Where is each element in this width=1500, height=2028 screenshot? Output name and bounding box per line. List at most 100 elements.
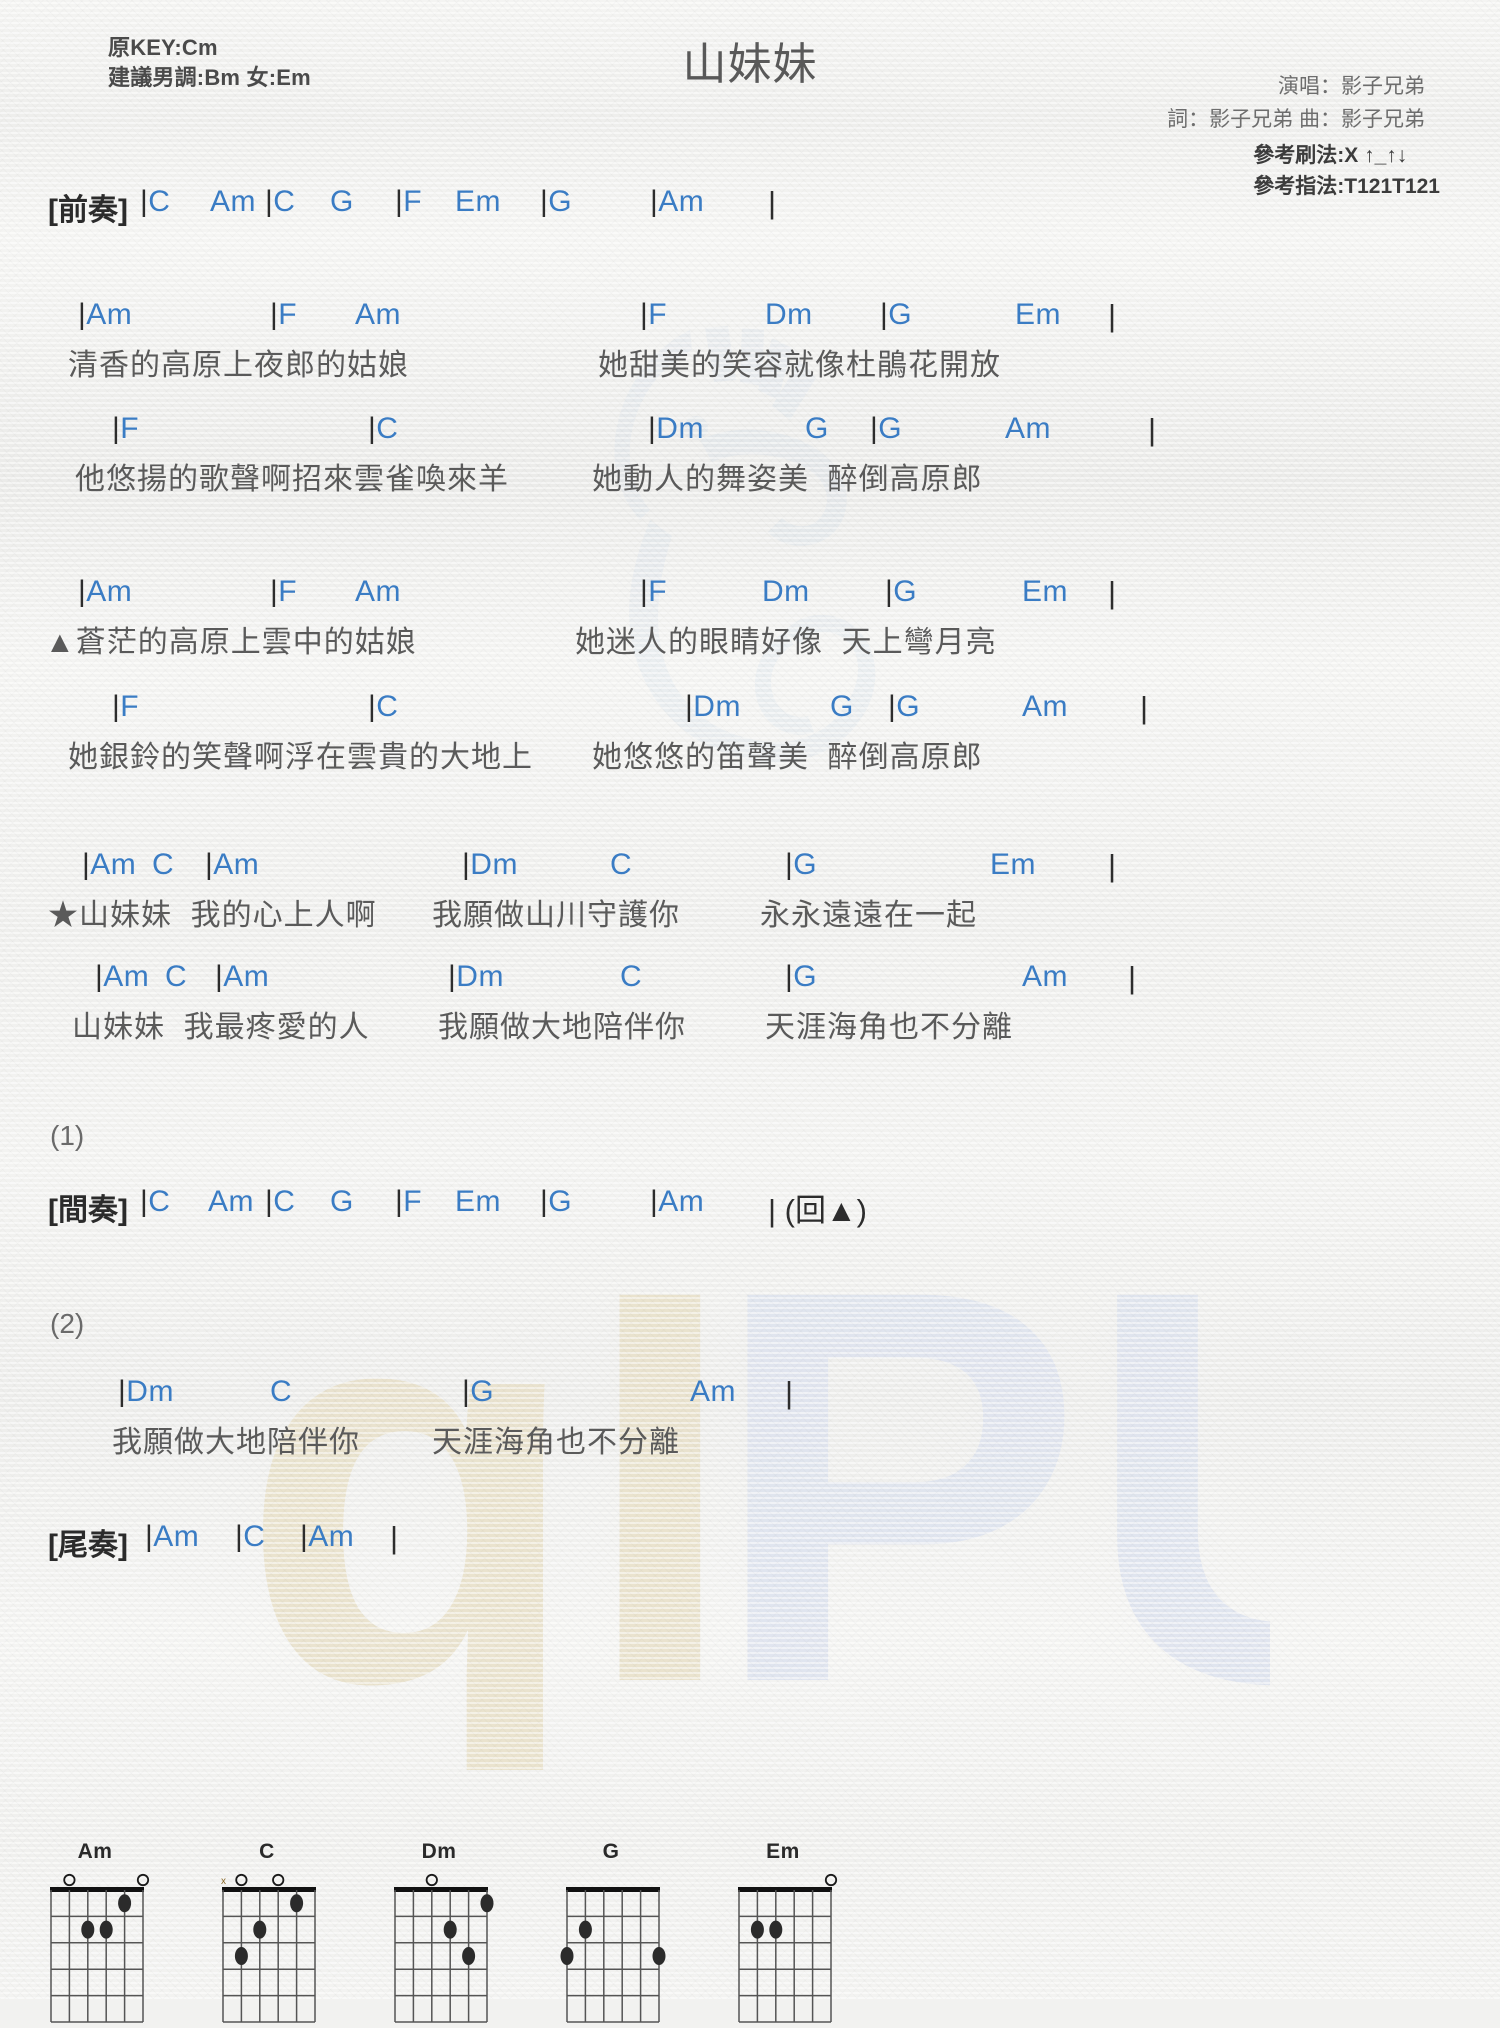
lyric-text: 永永遠遠在一起 [760,899,977,932]
chord-symbol: |C [368,690,399,723]
chord-line: |Am |F Am |F Dm |G Em | [0,575,1500,617]
bar-line: | [1128,960,1137,995]
bar-line: | [1148,412,1157,447]
bar-line: | [1140,690,1149,725]
chord-diagram-grid [50,1873,150,2023]
system-outro: [尾奏] |Am |C |Am | [0,1520,1500,1562]
bar-line: | [1108,848,1117,883]
chord-symbol: |G [888,690,921,723]
chord-symbol: |G [540,1185,573,1218]
chord-symbol: |Am [145,1520,200,1553]
chord-symbol: |Am [215,960,270,993]
chord-symbol: C [610,848,633,881]
chord-symbol: |F [640,298,668,331]
chord-symbol: G [830,690,854,723]
bar-line: | [1108,298,1117,333]
lyric-text: ★山妹妹 我的心上人啊 [48,899,377,932]
chord-diagram-name: Dm [421,1840,457,1863]
chord-symbol: Em [1022,575,1068,608]
chord-symbol: |C [368,412,399,445]
lyric-text: 她銀鈴的笑聲啊浮在雲貴的大地上 [68,741,533,774]
chord-symbol: |G [870,412,903,445]
chord-symbol: |Dm [462,848,518,881]
system-verse1-line2: |F |C |Dm G |G Am | 他悠揚的歌聲啊招來雲雀喚來羊 她動人的舞姿美 醉倒高原郎 [0,412,1500,496]
singer-credit: 演唱：影子兄弟 [1278,75,1425,98]
chord-symbol: |Am [650,1185,705,1218]
chord-symbol: |F [395,1185,423,1218]
chord-symbol: |Dm [448,960,504,993]
lyric-text: 她甜美的笑容就像杜鵑花開放 [598,349,1001,382]
chord-symbol: C [152,848,175,881]
chord-diagram-Em: Em [728,1840,838,2028]
chord-symbol: Am [690,1375,736,1408]
lyric-line: 她銀鈴的笑聲啊浮在雲貴的大地上 她悠悠的笛聲美 醉倒高原郎 [0,732,1500,774]
chord-symbol: |Dm [648,412,704,445]
chord-symbol: Em [455,185,501,218]
chord-symbol: |Dm [685,690,741,723]
lyric-line: 清香的高原上夜郎的姑娘 她甜美的笑容就像杜鵑花開放 [0,340,1500,382]
section-label-outro: [尾奏] [48,1529,128,1562]
lyric-text: 她迷人的眼睛好像 天上彎月亮 [575,626,997,659]
chord-symbol: Em [1015,298,1061,331]
chord-diagram-grid [560,1887,666,2023]
chord-symbol: Dm [762,575,810,608]
chord-line: |Am C |Am |Dm C |G Em | [0,848,1500,890]
chord-symbol: |F [270,575,298,608]
lyric-line: ★山妹妹 我的心上人啊 我願做山川守護你 永永遠遠在一起 [0,890,1500,932]
chord-diagram-G: G [556,1840,666,2028]
chord-symbol: |Am [300,1520,355,1553]
chord-line: |F |C |Dm G |G Am | [0,690,1500,732]
system-verse1-line1: |Am |F Am |F Dm |G Em | 清香的高原上夜郎的姑娘 她甜美的笑容就像杜鵑花開放 [0,298,1500,382]
chord-symbol: Em [455,1185,501,1218]
section-label-interlude: [間奏] [48,1194,128,1227]
chord-symbol: |C [140,1185,171,1218]
system-chorus-line1: |Am C |Am |Dm C |G Em | ★山妹妹 我的心上人啊 我願做山川守護你 永永遠遠在… [0,848,1500,932]
chord-line: |F |C |Dm G |G Am | [0,412,1500,454]
section-label-intro: [前奏] [48,194,128,227]
chord-symbol: Am [1005,412,1051,445]
lyric-text: 我願做大地陪伴你 [112,1426,360,1459]
chord-symbol: |G [885,575,918,608]
system-intro: [前奏] |C Am |C G |F Em |G |Am | [0,185,1500,227]
chord-diagram-name: Em [766,1840,800,1863]
lyric-text: 他悠揚的歌聲啊招來雲雀喚來羊 [75,463,509,496]
lyric-line: ▲蒼茫的高原上雲中的姑娘 她迷人的眼睛好像 天上彎月亮 [0,617,1500,659]
lyric-text: ▲蒼茫的高原上雲中的姑娘 [45,626,417,659]
chord-diagram-Dm: Dm [384,1840,494,2028]
chord-symbol: Dm [765,298,813,331]
chord-symbol: Em [990,848,1036,881]
repeat-label-2-text: (2) [50,1308,85,1339]
chord-symbol: |C [265,1185,296,1218]
bar-line: | (回▲) [768,1193,867,1228]
chord-symbol: G [330,1185,354,1218]
chord-diagram-row: Am Cx Dm G Em [40,1840,838,2028]
chord-line: |Dm C |G Am | [0,1375,1500,1417]
chord-symbol: Am [1022,960,1068,993]
chord-symbol: |Dm [118,1375,174,1408]
chord-symbol: |F [395,185,423,218]
chord-line: [間奏] |C Am |C G |F Em |G |Am | (回▲) [0,1185,1500,1228]
lyric-text: 她動人的舞姿美 醉倒高原郎 [592,463,983,496]
chord-symbol: |G [540,185,573,218]
chord-symbol: Am [355,298,401,331]
chord-symbol: |G [462,1375,495,1408]
lyric-text: 天涯海角也不分離 [432,1426,680,1459]
chord-symbol: Am [355,575,401,608]
system-ending-verse: |Dm C |G Am | 我願做大地陪伴你 天涯海角也不分離 [0,1375,1500,1459]
chord-diagram-grid [394,1873,494,2023]
chord-line: [前奏] |C Am |C G |F Em |G |Am | [0,185,1500,227]
lyric-text: 天涯海角也不分離 [765,1011,1013,1044]
bar-line: | [390,1520,399,1555]
chord-symbol: Am [210,185,256,218]
chord-diagram-name: Am [77,1840,113,1863]
chord-line: [尾奏] |Am |C |Am | [0,1520,1500,1562]
chord-line: |Am |F Am |F Dm |G Em | [0,298,1500,340]
chord-diagram-Am: Am [40,1840,150,2028]
chord-symbol: G [805,412,829,445]
strum-pattern: 參考刷法:X ↑_↑↓ [1253,144,1408,167]
chord-diagram-grid [738,1873,838,2023]
chord-symbol: |G [880,298,913,331]
chord-diagram-name: C [259,1840,275,1863]
writer-composer-credit: 詞：影子兄弟 曲：影子兄弟 [1167,108,1425,131]
chord-symbol: |F [112,690,140,723]
